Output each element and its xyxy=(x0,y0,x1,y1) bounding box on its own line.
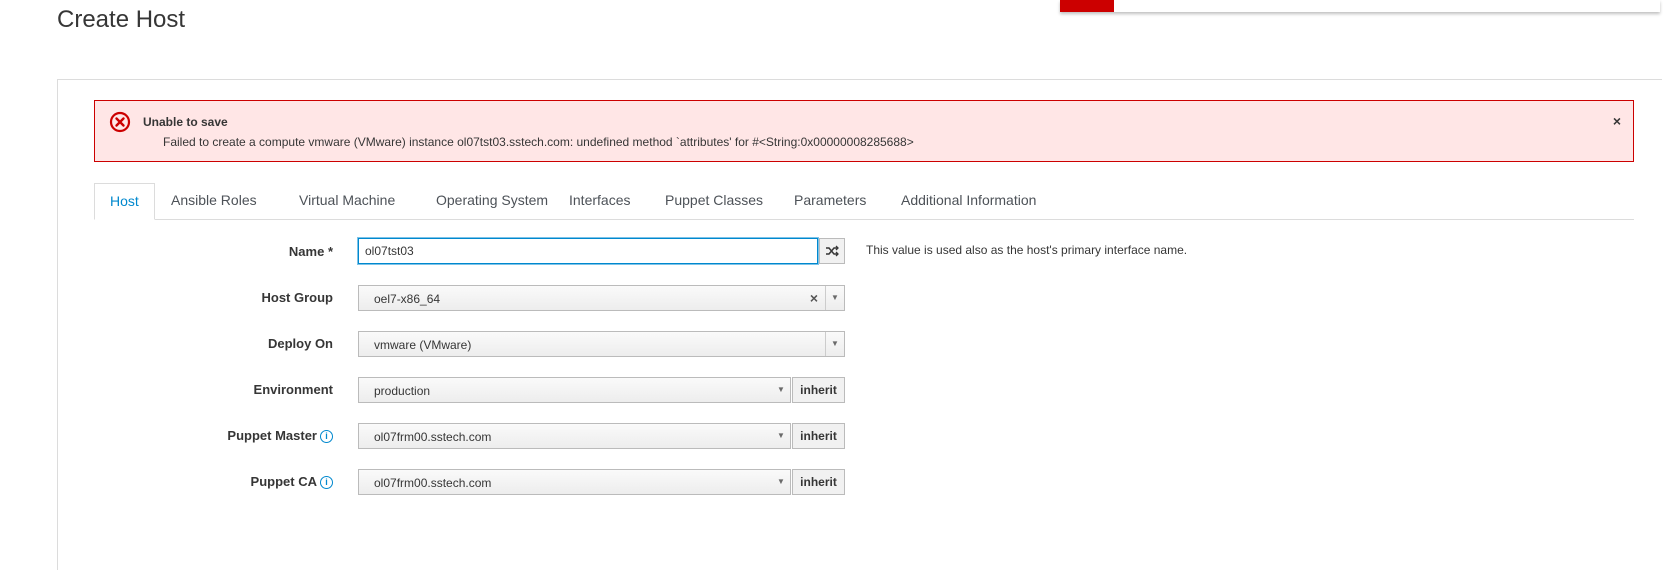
dropdown-arrow-icon[interactable]: ▼ xyxy=(772,424,790,448)
host-group-select[interactable]: oel7-x86_64 × ▼ xyxy=(358,285,845,311)
tab-ansible-roles[interactable]: Ansible Roles xyxy=(156,183,272,218)
form-tabs: Host Ansible Roles Virtual Machine Opera… xyxy=(94,183,1634,220)
dropdown-arrow-icon[interactable]: ▼ xyxy=(825,286,844,310)
info-icon[interactable]: i xyxy=(320,430,333,443)
name-input[interactable] xyxy=(358,238,818,264)
name-help-text: This value is used also as the host's pr… xyxy=(866,243,1188,257)
puppet-master-inherit-button[interactable]: inherit xyxy=(792,423,845,449)
puppet-ca-select[interactable]: ol07frm00.sstech.com ▼ xyxy=(358,469,791,495)
alert-close-icon[interactable]: × xyxy=(1613,113,1621,129)
environment-value: production xyxy=(374,384,431,398)
name-label: Name * xyxy=(288,244,333,259)
dropdown-arrow-icon[interactable]: ▼ xyxy=(772,470,790,494)
puppet-master-value: ol07frm00.sstech.com xyxy=(374,430,492,444)
dropdown-arrow-icon[interactable]: ▼ xyxy=(772,378,790,402)
tab-host[interactable]: Host xyxy=(94,183,155,220)
info-icon[interactable]: i xyxy=(320,476,333,489)
puppet-ca-label-text: Puppet CA xyxy=(250,474,317,489)
notification-accent xyxy=(1060,0,1114,12)
puppet-ca-inherit-button[interactable]: inherit xyxy=(792,469,845,495)
environment-label: Environment xyxy=(253,382,333,397)
dropdown-arrow-icon[interactable]: ▼ xyxy=(825,332,844,356)
shuffle-icon[interactable] xyxy=(819,238,845,264)
host-group-label: Host Group xyxy=(261,290,334,305)
error-circle-icon xyxy=(109,111,131,133)
notification-bar xyxy=(1060,0,1660,12)
environment-select[interactable]: production ▼ xyxy=(358,377,791,403)
tab-additional-information[interactable]: Additional Information xyxy=(886,183,1051,218)
tab-interfaces[interactable]: Interfaces xyxy=(554,183,645,218)
puppet-master-select[interactable]: ol07frm00.sstech.com ▼ xyxy=(358,423,791,449)
tab-operating-system[interactable]: Operating System xyxy=(421,183,563,218)
deploy-on-value: vmware (VMware) xyxy=(374,338,472,352)
page-title: Create Host xyxy=(57,6,186,33)
deploy-on-select[interactable]: vmware (VMware) ▼ xyxy=(358,331,845,357)
puppet-ca-label: Puppet CA i xyxy=(251,474,333,489)
puppet-master-label-text: Puppet Master xyxy=(227,428,317,443)
puppet-ca-value: ol07frm00.sstech.com xyxy=(374,476,492,490)
puppet-master-label: Puppet Master i xyxy=(227,428,333,443)
environment-inherit-button[interactable]: inherit xyxy=(792,377,845,403)
alert-message: Failed to create a compute vmware (VMwar… xyxy=(163,135,914,149)
error-alert: Unable to save Failed to create a comput… xyxy=(94,100,1634,162)
deploy-on-label: Deploy On xyxy=(267,336,333,351)
tab-parameters[interactable]: Parameters xyxy=(779,183,881,218)
host-group-value: oel7-x86_64 xyxy=(374,292,441,306)
tab-puppet-classes[interactable]: Puppet Classes xyxy=(650,183,778,218)
clear-icon[interactable]: × xyxy=(810,290,818,306)
alert-title: Unable to save xyxy=(143,115,228,129)
tab-virtual-machine[interactable]: Virtual Machine xyxy=(284,183,410,218)
